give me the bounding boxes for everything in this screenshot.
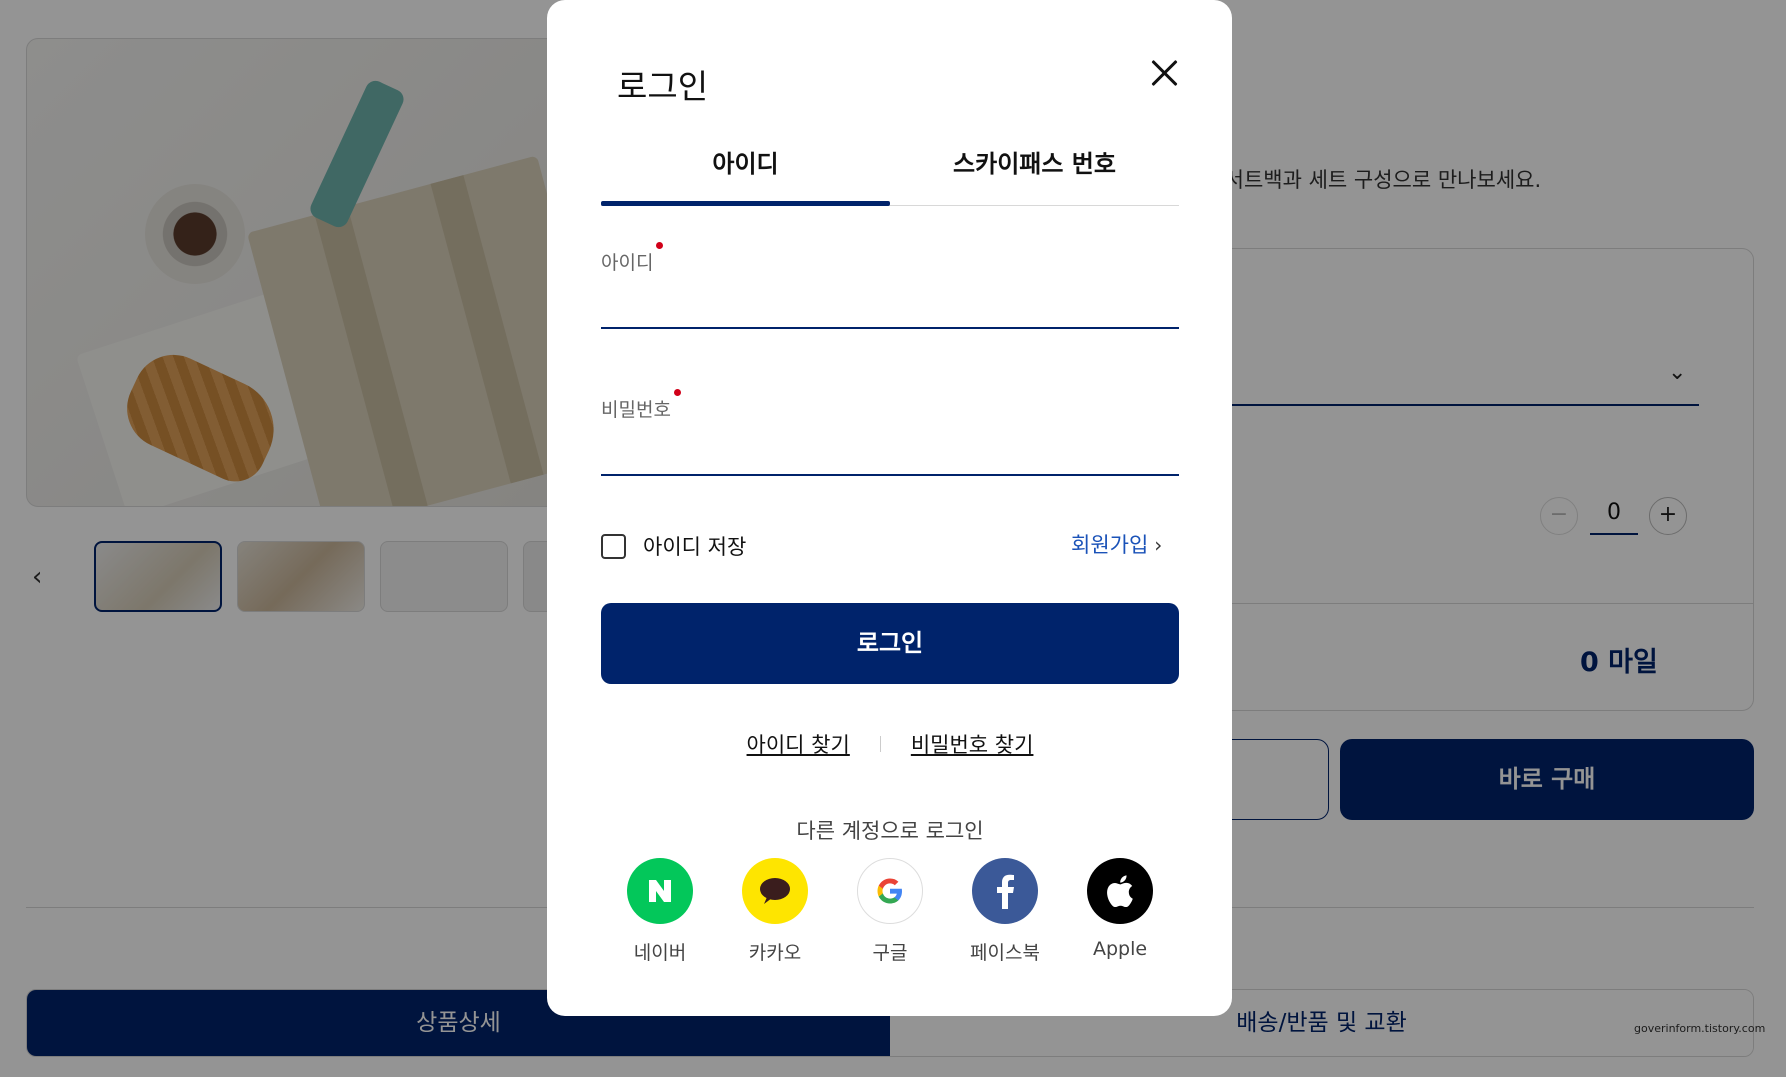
remember-id-label: 아이디 저장 <box>643 535 747 559</box>
password-field: 비밀번호 <box>601 389 1179 476</box>
apple-icon[interactable] <box>1087 858 1153 924</box>
facebook-icon[interactable] <box>972 858 1038 924</box>
google-login-button[interactable]: 구글 <box>855 858 925 965</box>
id-label: 아이디 <box>601 242 664 275</box>
id-input[interactable] <box>601 275 1179 329</box>
kakao-icon[interactable] <box>742 858 808 924</box>
kakao-login-button[interactable]: 카카오 <box>740 858 810 965</box>
close-icon[interactable] <box>1147 56 1181 90</box>
required-dot <box>673 389 681 396</box>
remember-id-checkbox[interactable]: 아이디 저장 <box>601 531 746 561</box>
naver-login-button[interactable]: 네이버 <box>625 858 695 965</box>
apple-login-button[interactable]: Apple <box>1085 858 1155 965</box>
login-tabs: 아이디 스카이패스 번호 <box>601 138 1179 206</box>
password-input[interactable] <box>601 422 1179 476</box>
find-links: 아이디 찾기 비밀번호 찾기 <box>601 729 1179 759</box>
find-id-link[interactable]: 아이디 찾기 <box>747 729 850 759</box>
divider <box>879 736 881 752</box>
modal-title: 로그인 <box>617 67 709 106</box>
password-label: 비밀번호 <box>601 389 681 422</box>
social-login-list: 네이버 카카오 구글 페이스북 Apple <box>625 858 1155 965</box>
other-login-label: 다른 계정으로 로그인 <box>796 819 984 843</box>
chevron-right-icon: › <box>1154 533 1163 557</box>
tab-id[interactable]: 아이디 <box>601 138 890 206</box>
find-password-link[interactable]: 비밀번호 찾기 <box>911 729 1034 759</box>
facebook-login-button[interactable]: 페이스북 <box>970 858 1040 965</box>
naver-icon[interactable] <box>627 858 693 924</box>
signup-link[interactable]: 회원가입 › <box>1071 529 1162 559</box>
google-icon[interactable] <box>857 858 923 924</box>
checkbox-icon[interactable] <box>601 533 626 559</box>
required-dot <box>656 242 664 249</box>
tab-skypass-number[interactable]: 스카이패스 번호 <box>890 138 1179 205</box>
id-field: 아이디 <box>601 242 1179 329</box>
login-modal: 로그인 아이디 스카이패스 번호 아이디 비밀번호 아이디 저장 회원가입 › 로… <box>547 0 1232 1016</box>
login-button[interactable]: 로그인 <box>601 603 1179 684</box>
